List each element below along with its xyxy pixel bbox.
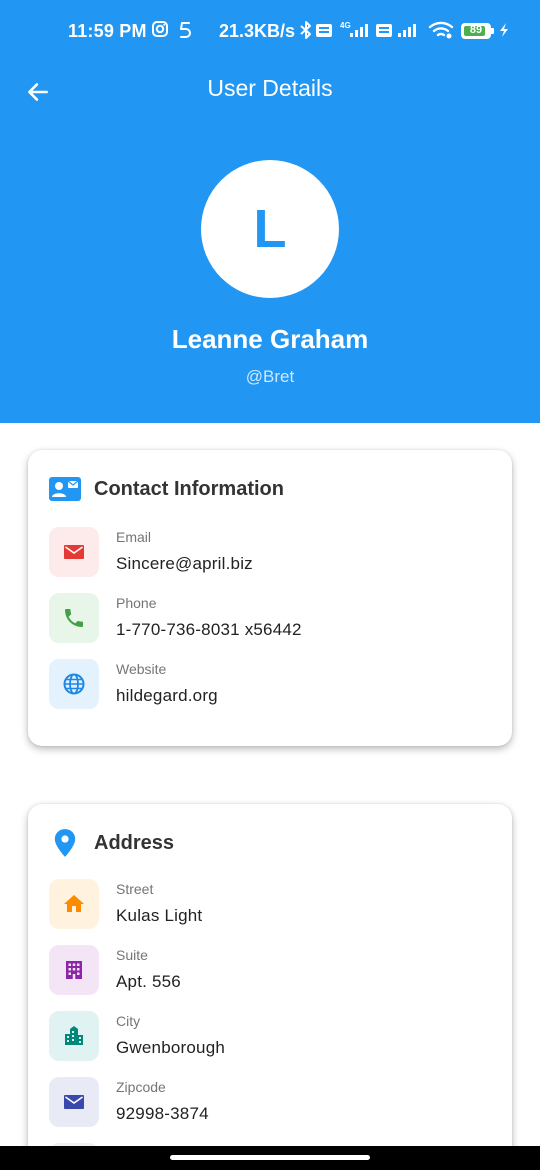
bluetooth-icon	[300, 21, 311, 39]
avatar-initial: L	[253, 199, 287, 259]
address-card: Address Street Kulas Light Suite Apt. 55…	[28, 804, 512, 1170]
suite-icon-box	[49, 945, 99, 995]
city-row[interactable]: City Gwenborough	[49, 1011, 489, 1061]
signal-volte-icon	[376, 24, 416, 37]
suite-value: Apt. 556	[116, 972, 181, 991]
zipcode-icon-box	[49, 1077, 99, 1127]
zipcode-label: Zipcode	[116, 1079, 166, 1095]
email-row[interactable]: Email Sincere@april.biz	[49, 527, 489, 577]
svg-text:4G: 4G	[340, 21, 351, 30]
globe-icon	[63, 673, 85, 695]
suite-label: Suite	[116, 947, 148, 963]
zipcode-row[interactable]: Zipcode 92998-3874	[49, 1077, 489, 1127]
avatar: L	[201, 160, 339, 298]
street-row[interactable]: Street Kulas Light	[49, 879, 489, 929]
website-label: Website	[116, 661, 167, 677]
contact-card-title: Contact Information	[94, 477, 284, 500]
location-pin-icon	[54, 829, 76, 857]
phone-icon	[65, 609, 83, 627]
phone-label: Phone	[116, 595, 157, 611]
phone-value: 1-770-736-8031 x56442	[116, 620, 302, 639]
wifi-icon	[428, 21, 454, 39]
user-name: Leanne Graham	[171, 324, 369, 354]
network-speed: 21.3KB/s	[219, 21, 296, 41]
contact-information-card: Contact Information Email Sincere@april.…	[28, 450, 512, 746]
city-icon-box	[49, 1011, 99, 1061]
city-value: Gwenborough	[116, 1038, 225, 1057]
battery-percentage: 89	[469, 24, 483, 36]
building-icon	[66, 961, 82, 979]
instagram-icon	[152, 21, 168, 37]
website-row[interactable]: Website hildegard.org	[49, 659, 489, 709]
email-value: Sincere@april.biz	[116, 554, 253, 573]
battery-indicator: 89	[461, 23, 491, 39]
battery-cap	[491, 28, 494, 34]
system-navigation-bar	[0, 1146, 540, 1170]
website-value: hildegard.org	[116, 686, 218, 705]
status-time: 11:59 PM	[68, 21, 147, 41]
address-card-header: Address	[48, 828, 174, 858]
zipcode-value: 92998-3874	[116, 1104, 209, 1123]
street-value: Kulas Light	[116, 906, 203, 925]
email-icon-box	[49, 527, 99, 577]
suite-row[interactable]: Suite Apt. 556	[49, 945, 489, 995]
contact-card-icon	[49, 477, 81, 501]
mail-icon	[64, 1095, 84, 1109]
street-label: Street	[116, 881, 154, 897]
app-notification-icon	[180, 22, 191, 38]
website-icon-box	[49, 659, 99, 709]
email-icon	[64, 545, 84, 559]
user-details-screen: 11:59 PM 21.3KB/s 4G 89 User Details L L…	[0, 0, 540, 1170]
address-card-title: Address	[94, 831, 175, 854]
status-bar: 11:59 PM 21.3KB/s 4G 89	[0, 0, 540, 62]
email-label: Email	[116, 529, 152, 545]
user-handle: @Bret	[245, 367, 295, 386]
phone-row[interactable]: Phone 1-770-736-8031 x56442	[49, 593, 489, 643]
street-icon-box	[49, 879, 99, 929]
home-icon	[64, 895, 84, 912]
city-label: City	[116, 1013, 141, 1029]
page-title: User Details	[207, 75, 333, 101]
profile-header: User Details L Leanne Graham @Bret	[0, 62, 540, 423]
city-icon	[65, 1026, 83, 1045]
phone-icon-box	[49, 593, 99, 643]
home-gesture-handle[interactable]	[170, 1155, 370, 1160]
contact-card-header: Contact Information	[48, 474, 284, 504]
signal-volte-4g-icon: 4G	[316, 21, 368, 37]
charging-bolt-icon	[500, 23, 508, 37]
